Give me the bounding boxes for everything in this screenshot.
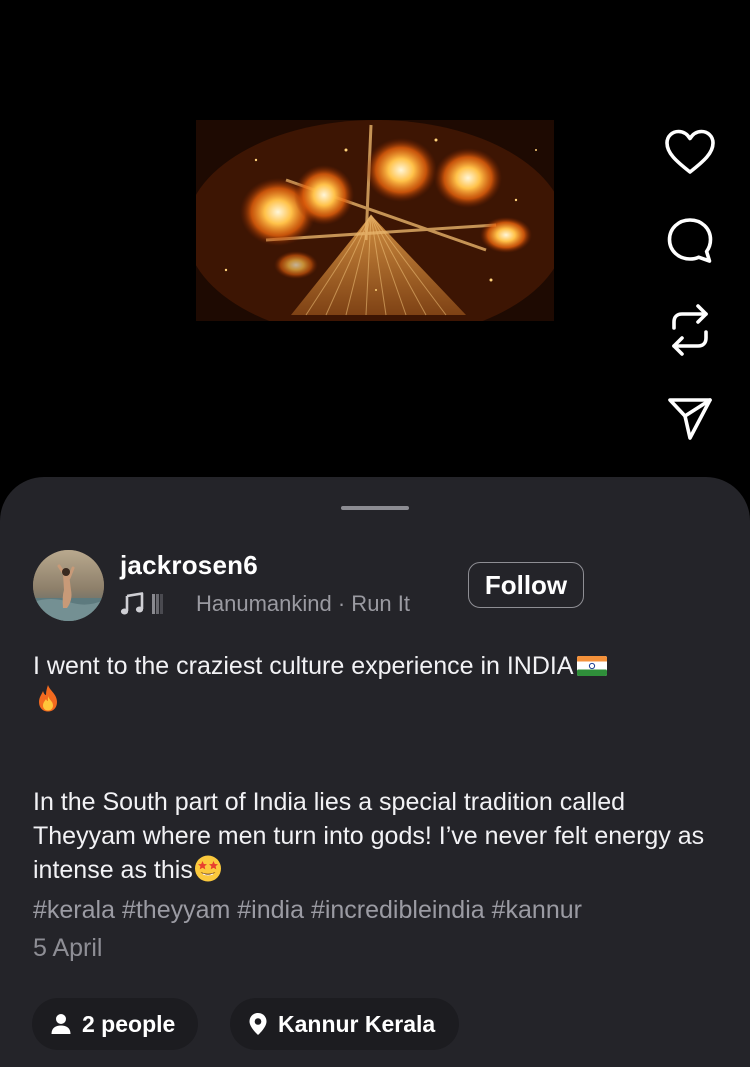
india-flag-emoji [576, 656, 607, 676]
people-count-label: 2 people [82, 1010, 176, 1037]
video-player[interactable] [196, 120, 554, 321]
location-pin-icon [249, 1013, 267, 1035]
star-struck-emoji [194, 855, 221, 882]
person-icon [51, 1014, 71, 1034]
music-note-icon [120, 592, 144, 615]
tagged-people-chip[interactable]: 2 people [32, 998, 198, 1050]
action-rail [660, 122, 720, 478]
follow-button[interactable]: Follow [468, 562, 584, 608]
reel-screen: jackrosen6 Hanumankind · Run It Follow I… [0, 0, 750, 1067]
post-details-sheet: jackrosen6 Hanumankind · Run It Follow I… [0, 477, 750, 1067]
theyyam-fire-image [196, 120, 554, 321]
caption-line-1: I went to the craziest culture experienc… [33, 652, 574, 680]
username[interactable]: jackrosen6 [120, 550, 258, 581]
fire-emoji [39, 685, 57, 712]
share-button[interactable] [660, 389, 720, 449]
post-caption: I went to the craziest culture experienc… [33, 649, 723, 927]
music-track-row[interactable]: Hanumankind · Run It [120, 590, 410, 618]
location-label: Kannur Kerala [278, 1010, 436, 1037]
track-name: Hanumankind · Run It [196, 591, 410, 616]
send-icon [668, 398, 712, 440]
avatar[interactable] [33, 550, 104, 621]
caption-body: In the South part of India lies a specia… [33, 788, 705, 884]
repost-icon [672, 304, 708, 356]
caption-paragraph-1: I went to the craziest culture experienc… [33, 649, 723, 717]
avatar-image [33, 550, 104, 621]
caption-paragraph-2: In the South part of India lies a specia… [33, 785, 723, 887]
like-button[interactable] [660, 122, 720, 182]
sheet-grabber-handle[interactable] [341, 506, 409, 510]
comment-bubble-icon [667, 218, 713, 263]
hashtags[interactable]: #kerala #theyyam #india #incredibleindia… [33, 893, 723, 927]
repost-button[interactable] [660, 300, 720, 360]
audio-bars-icon [152, 594, 163, 614]
location-chip[interactable]: Kannur Kerala [230, 998, 459, 1050]
post-date: 5 April [33, 934, 103, 962]
heart-icon [665, 129, 715, 174]
comment-button[interactable] [660, 211, 720, 271]
